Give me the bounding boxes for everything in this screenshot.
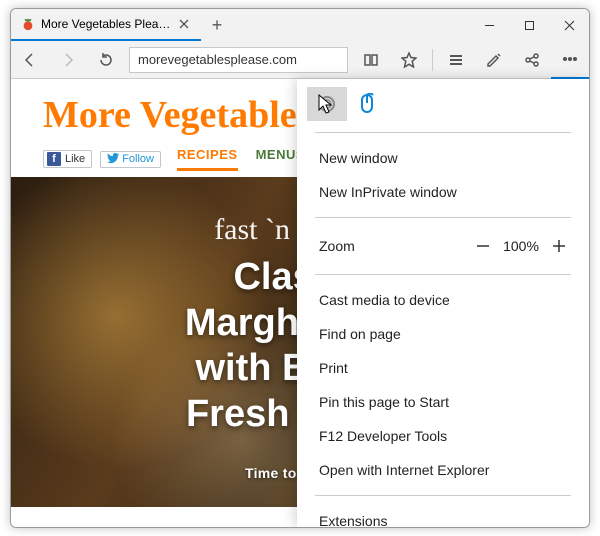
menu-cast[interactable]: Cast media to device <box>297 283 589 317</box>
facebook-like-label: Like <box>65 153 85 165</box>
twitter-follow-button[interactable]: Follow <box>100 151 161 168</box>
titlebar: More Vegetables Please + <box>11 9 589 41</box>
address-bar[interactable]: morevegetablesplease.com <box>129 47 348 73</box>
web-note-icon[interactable] <box>475 41 513 79</box>
mouse-mode-button[interactable] <box>347 87 387 121</box>
twitter-follow-label: Follow <box>122 153 154 165</box>
forward-button <box>49 41 87 79</box>
zoom-value: 100% <box>499 238 543 254</box>
menu-separator <box>315 217 571 218</box>
menu-separator <box>315 495 571 496</box>
menu-new-inprivate[interactable]: New InPrivate window <box>297 175 589 209</box>
window-close-button[interactable] <box>549 9 589 41</box>
back-button[interactable] <box>11 41 49 79</box>
nav-recipes[interactable]: RECIPES <box>177 147 238 171</box>
tab-close-icon[interactable] <box>177 17 191 31</box>
menu-open-ie[interactable]: Open with Internet Explorer <box>297 453 589 487</box>
address-text: morevegetablesplease.com <box>138 52 297 67</box>
hub-icon[interactable] <box>437 41 475 79</box>
more-menu-button[interactable] <box>551 41 589 79</box>
settings-menu: New window New InPrivate window Zoom 100… <box>297 79 589 527</box>
zoom-out-button[interactable] <box>467 232 499 260</box>
menu-new-window[interactable]: New window <box>297 141 589 175</box>
facebook-like-button[interactable]: f Like <box>43 150 92 168</box>
twitter-bird-icon <box>107 153 119 166</box>
touch-mode-button[interactable] <box>307 87 347 121</box>
reading-view-icon[interactable] <box>352 41 390 79</box>
window-minimize-button[interactable] <box>469 9 509 41</box>
browser-window: More Vegetables Please + <box>10 8 590 528</box>
favicon-tomato-icon <box>21 17 35 31</box>
tab-title: More Vegetables Please <box>41 17 171 31</box>
zoom-in-button[interactable] <box>543 232 575 260</box>
menu-find[interactable]: Find on page <box>297 317 589 351</box>
site-nav: RECIPES MENUS <box>177 147 305 171</box>
share-icon[interactable] <box>513 41 551 79</box>
window-maximize-button[interactable] <box>509 9 549 41</box>
menu-zoom-row: Zoom 100% <box>297 226 589 266</box>
browser-toolbar: morevegetablesplease.com <box>11 41 589 79</box>
toolbar-separator <box>432 49 433 71</box>
menu-mode-row <box>297 85 589 124</box>
browser-tab[interactable]: More Vegetables Please <box>11 9 201 41</box>
menu-devtools[interactable]: F12 Developer Tools <box>297 419 589 453</box>
menu-separator <box>315 132 571 133</box>
menu-extensions[interactable]: Extensions <box>297 504 589 528</box>
menu-separator <box>315 274 571 275</box>
menu-print[interactable]: Print <box>297 351 589 385</box>
new-tab-button[interactable]: + <box>201 9 233 41</box>
facebook-icon: f <box>47 152 61 166</box>
refresh-button[interactable] <box>87 41 125 79</box>
favorite-star-icon[interactable] <box>390 41 428 79</box>
menu-pin[interactable]: Pin this page to Start <box>297 385 589 419</box>
zoom-label: Zoom <box>319 238 467 254</box>
